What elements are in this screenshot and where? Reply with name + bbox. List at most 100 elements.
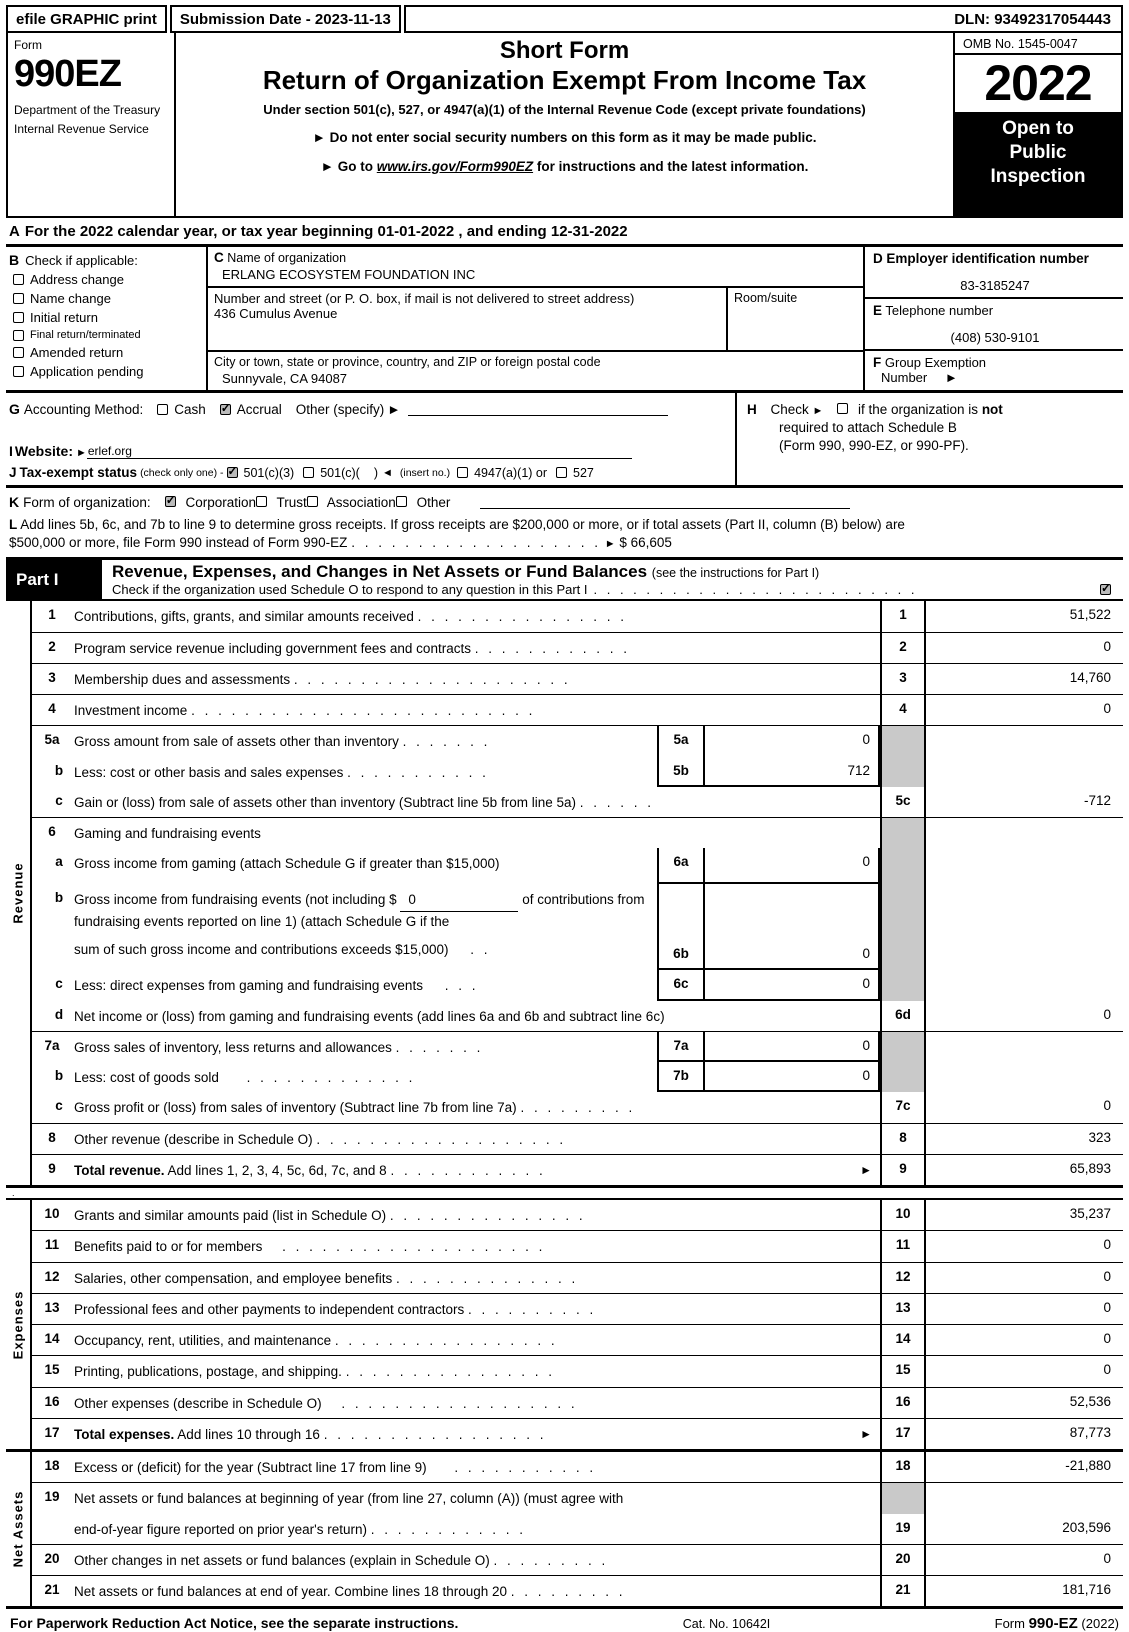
line-1-text: Contributions, gifts, grants, and simila…	[72, 601, 880, 631]
status-527-checkbox[interactable]	[556, 467, 568, 478]
line-9-label-bold: Total revenue.	[74, 1162, 165, 1178]
line-1-amount: 51,522	[1069, 607, 1111, 623]
org-type-other[interactable]: Other	[395, 495, 450, 510]
status-501c-other-label: 501(c)(	[320, 465, 360, 480]
section-h-letter: H	[747, 402, 757, 417]
final-return-checkbox[interactable]	[13, 329, 24, 341]
website-value[interactable]: erlef.org	[86, 444, 632, 459]
line-4-label: Investment income	[74, 703, 188, 719]
checkbox-row-final-return[interactable]: Final return/terminated	[13, 329, 202, 341]
address-change-checkbox[interactable]	[13, 274, 24, 285]
status-501c3-label: 501(c)(3)	[243, 465, 295, 480]
line-10-number: 10	[44, 1206, 60, 1222]
line-6a-code-blank	[880, 848, 926, 885]
line-5a-text: Gross amount from sale of assets other t…	[72, 726, 657, 756]
org-type-corporation[interactable]: Corporation	[164, 493, 256, 510]
room-suite-cell: Room/suite	[728, 288, 863, 350]
status-501c3-checkbox[interactable]	[226, 464, 238, 478]
application-pending-checkbox[interactable]	[13, 366, 24, 377]
table-row: 15 Printing, publications, postage, and …	[32, 1356, 1123, 1388]
department-line1: Department of the Treasury	[14, 102, 161, 117]
schedule-b-checkbox[interactable]	[837, 403, 849, 414]
section-f-letter: F	[873, 355, 882, 370]
line-20-amount: 0	[1103, 1550, 1111, 1566]
line-3-label: Membership dues and assessments	[74, 671, 291, 687]
street-caption: Number and street (or P. O. box, if mail…	[214, 291, 635, 306]
section-b-heading: B Check if applicable:	[9, 252, 202, 268]
line-6b-line3: sum of such gross income and contributio…	[74, 940, 653, 960]
section-i-website: I Website: ► erlef.org	[9, 443, 731, 459]
line-2-text: Program service revenue including govern…	[72, 633, 880, 663]
accounting-accrual-option[interactable]: Accrual	[219, 401, 282, 417]
checkbox-row-initial-return[interactable]: Initial return	[13, 310, 202, 325]
status-501c-other-checkbox[interactable]	[303, 467, 315, 478]
section-l-letter: L	[9, 517, 18, 532]
line-12-dots: . . . . . . . . . . . . . .	[395, 1270, 579, 1286]
line-6c-subcode: 6c	[657, 970, 705, 1001]
line-17-label-bold: Total expenses.	[74, 1426, 175, 1442]
irs-form990ez-link[interactable]: www.irs.gov/Form990EZ	[377, 159, 533, 174]
schedule-o-checkbox[interactable]	[1100, 581, 1111, 596]
line-5c-text: Gain or (loss) from sale of assets other…	[72, 787, 880, 817]
ghij-block: G Accounting Method: Cash Accrual Other …	[6, 393, 1123, 488]
initial-return-checkbox[interactable]	[13, 312, 24, 323]
status-4947a1-checkbox[interactable]	[457, 467, 469, 478]
line-8-dots: . . . . . . . . . . . . . . . . . . .	[316, 1131, 567, 1147]
line-7c-label: Gross profit or (loss) from sales of inv…	[74, 1100, 517, 1116]
line-20-number: 20	[44, 1550, 60, 1566]
amended-return-label: Amended return	[30, 345, 124, 360]
line-7b-text: Less: cost of goods sold . . . . . . . .…	[72, 1062, 657, 1092]
accounting-other-input[interactable]	[407, 402, 668, 416]
line-16-amount: 52,536	[1069, 1393, 1111, 1409]
org-type-other-input[interactable]	[480, 495, 851, 509]
dln-label: DLN: 93492317054443	[403, 5, 1123, 33]
line-17-text: Total expenses. Add lines 10 through 16 …	[72, 1419, 880, 1449]
phone-caption: E Telephone number	[873, 303, 1117, 318]
org-type-trust[interactable]: Trust	[256, 495, 307, 510]
table-row: end-of-year figure reported on prior yea…	[32, 1513, 1123, 1545]
accrual-checkbox[interactable]	[219, 401, 231, 415]
line-16-text: Other expenses (describe in Schedule O) …	[72, 1388, 880, 1418]
part-1-tab: Part I	[6, 560, 102, 600]
line-6-amount-blank	[926, 818, 1123, 848]
line-6b-contrib-amount[interactable]: 0	[400, 890, 519, 912]
line-19-number-cont	[32, 1514, 72, 1544]
line-15-number: 15	[44, 1362, 60, 1378]
checkbox-row-application-pending[interactable]: Application pending	[13, 364, 202, 379]
org-type-association[interactable]: Association	[306, 494, 396, 510]
other-org-checkbox[interactable]	[395, 495, 407, 507]
table-row: 17 Total expenses. Add lines 10 through …	[32, 1418, 1123, 1450]
association-checkbox[interactable]	[306, 495, 318, 507]
line-7a-code-blank	[880, 1031, 926, 1063]
line-15-label: Printing, publications, postage, and shi…	[74, 1364, 342, 1380]
line-7a-dots: . . . . . . .	[395, 1039, 484, 1055]
part-1-title-row: Revenue, Expenses, and Changes in Net As…	[112, 562, 1117, 582]
page-spacer-dot: .	[12, 1188, 15, 1199]
line-7a-number: 7a	[44, 1037, 60, 1053]
trust-checkbox[interactable]	[256, 495, 267, 507]
line-21-code: 21	[880, 1576, 926, 1607]
corporation-checkbox[interactable]	[164, 493, 176, 507]
public-text: Public	[1009, 141, 1067, 163]
checkbox-row-amended-return[interactable]: Amended return	[13, 345, 202, 360]
accounting-cash-option[interactable]: Cash	[157, 402, 206, 417]
line-7c-text: Gross profit or (loss) from sales of inv…	[72, 1092, 880, 1122]
short-form-title: Short Form	[499, 37, 630, 64]
revenue-side-label-text: Revenue	[10, 862, 26, 924]
line-19-text-line2: end-of-year figure reported on prior yea…	[72, 1514, 880, 1544]
checkbox-row-address-change[interactable]: Address change	[13, 272, 202, 287]
line-7b-code-blank	[880, 1062, 926, 1093]
line-4-code: 4	[880, 695, 926, 726]
section-k-letter: K	[9, 494, 20, 510]
line-3-number: 3	[48, 669, 56, 685]
part-1-title-note: (see the instructions for Part I)	[651, 566, 820, 581]
cash-checkbox[interactable]	[157, 403, 169, 415]
association-label: Association	[326, 494, 396, 510]
checkbox-row-name-change[interactable]: Name change	[13, 291, 202, 306]
line-5c-label: Gain or (loss) from sale of assets other…	[74, 794, 576, 810]
line-17-number: 17	[44, 1424, 60, 1440]
amended-return-checkbox[interactable]	[13, 347, 24, 358]
name-change-checkbox[interactable]	[13, 293, 24, 304]
line-12-number: 12	[44, 1268, 60, 1284]
line-1-dots: . . . . . . . . . . . . . . . .	[417, 609, 627, 625]
